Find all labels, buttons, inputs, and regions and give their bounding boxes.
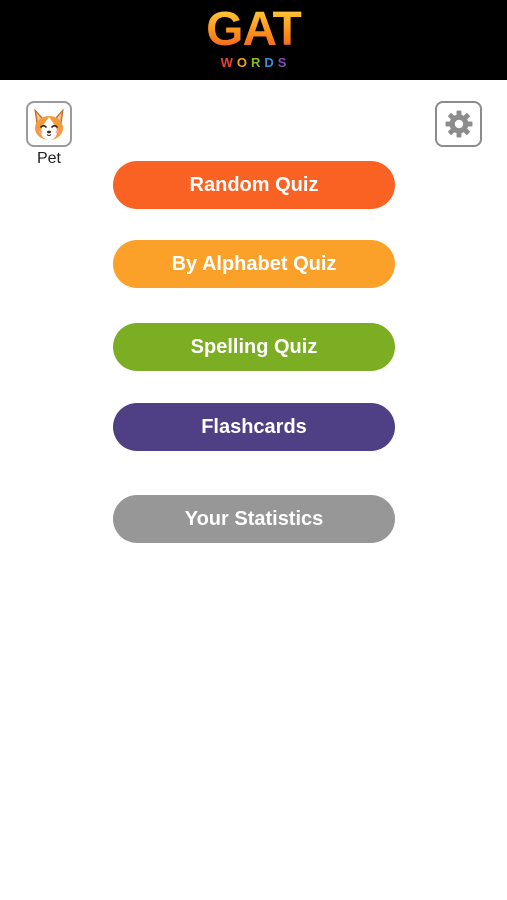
logo-letter: O — [236, 55, 251, 70]
logo-letter: D — [264, 55, 278, 70]
pet-button[interactable] — [26, 101, 72, 147]
corgi-face-icon — [34, 108, 64, 140]
logo-subtitle: WORDS — [0, 56, 507, 70]
logo-title: GAT — [0, 6, 507, 54]
settings-button[interactable] — [435, 101, 482, 147]
statistics-button[interactable]: Your Statistics — [113, 495, 395, 543]
pet-label: Pet — [36, 150, 61, 167]
alphabet-quiz-button[interactable]: By Alphabet Quiz — [113, 240, 395, 288]
flashcards-button[interactable]: Flashcards — [113, 403, 395, 451]
logo-letter: S — [277, 55, 291, 70]
spelling-quiz-button[interactable]: Spelling Quiz — [113, 323, 395, 371]
app-logo: GAT WORDS — [0, 6, 507, 70]
gear-icon — [445, 110, 472, 138]
random-quiz-button[interactable]: Random Quiz — [113, 161, 395, 209]
logo-letter: W — [220, 55, 237, 70]
app-screen: GAT WORDS Pet Random Quiz By Alphabet Qu… — [0, 0, 507, 900]
app-header: GAT WORDS — [0, 0, 507, 80]
logo-letter: R — [250, 55, 265, 70]
